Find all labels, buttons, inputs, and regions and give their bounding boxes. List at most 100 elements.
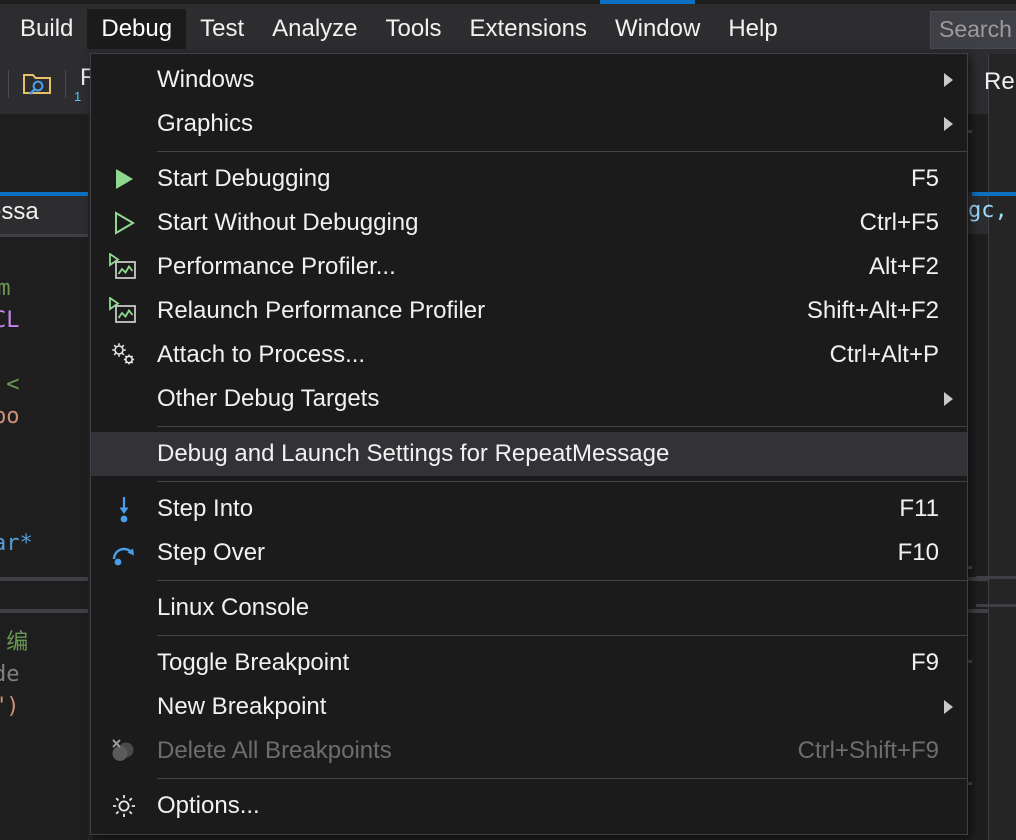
right-dock-title: Rep: [984, 68, 1016, 95]
submenu-arrow-icon: [944, 73, 953, 87]
search-input[interactable]: Search: [930, 11, 1016, 49]
menu-item-shortcut: Ctrl+F5: [859, 209, 939, 236]
menu-item-toggle-breakpoint[interactable]: Toggle Breakpoint F9: [91, 641, 967, 685]
menu-item-label: Other Debug Targets: [157, 385, 380, 412]
folder-search-icon[interactable]: [17, 64, 57, 104]
profiler-icon: [109, 253, 139, 281]
menu-item-debug-and-launch-settings-for-repeatmessage[interactable]: Debug and Launch Settings for RepeatMess…: [91, 432, 967, 476]
code-line: TATICL: [0, 308, 20, 333]
menu-item-start-without-debugging[interactable]: Start Without Debugging Ctrl+F5: [91, 201, 967, 245]
menu-item-icon-slot: [91, 58, 157, 102]
menu-item-other-debug-targets[interactable]: Other Debug Targets: [91, 377, 967, 421]
menu-item-relaunch-performance-profiler[interactable]: Relaunch Performance Profiler Shift+Alt+F…: [91, 289, 967, 333]
menu-separator: [157, 481, 967, 482]
step-over-icon: [110, 539, 138, 567]
menubar-item-debug[interactable]: Debug: [87, 9, 187, 49]
menu-item-linux-console[interactable]: Linux Console: [91, 586, 967, 630]
menu-item-new-breakpoint[interactable]: New Breakpoint: [91, 685, 967, 729]
menu-item-shortcut: Shift+Alt+F2: [806, 297, 939, 324]
menu-item-shortcut: Ctrl+Shift+F9: [797, 737, 939, 764]
menu-item-icon-slot: [91, 531, 157, 575]
menu-item-icon-slot: [91, 586, 157, 630]
menu-separator: [157, 580, 967, 581]
step-into-icon: [112, 494, 136, 524]
menu-item-label: Step Over: [157, 539, 266, 566]
menu-item-step-over[interactable]: Step Over F10: [91, 531, 967, 575]
menu-item-label: Performance Profiler...: [157, 253, 396, 280]
menubar-item-window[interactable]: Window: [601, 9, 714, 49]
menu-item-icon-slot: [91, 102, 157, 146]
right-dock-accent: [972, 192, 1016, 196]
menu-separator: [157, 778, 967, 779]
debug-dropdown-menu[interactable]: Windows Graphics Start Debugging F5 Start Wi…: [90, 53, 968, 835]
menu-item-icon-slot: [91, 289, 157, 333]
menu-item-icon-slot: [91, 432, 157, 476]
menu-item-label: Options...: [157, 792, 260, 819]
play-outline-icon: [112, 210, 136, 236]
profiler-icon: [109, 297, 139, 325]
menu-item-options[interactable]: Options...: [91, 784, 967, 828]
menubar-item-test[interactable]: Test: [186, 9, 258, 49]
menu-item-shortcut: Ctrl+Alt+P: [829, 341, 939, 368]
right-dock-divider: [976, 576, 1016, 579]
menubar-item-tools[interactable]: Tools: [372, 9, 456, 49]
main-menu-bar: Build Debug Test Analyze Tools Extension…: [0, 4, 1016, 54]
menu-item-icon-slot: [91, 245, 157, 289]
menu-item-shortcut: F9: [910, 649, 939, 676]
menu-item-icon-slot: [91, 377, 157, 421]
menu-item-icon-slot: [91, 685, 157, 729]
attach-gears-icon: [109, 341, 139, 369]
menu-item-icon-slot: [91, 333, 157, 377]
delete-breakpoints-icon: [109, 737, 139, 765]
right-dock-divider: [976, 604, 1016, 607]
submenu-arrow-icon: [944, 392, 953, 406]
menu-item-start-debugging[interactable]: Start Debugging F5: [91, 157, 967, 201]
menu-separator: [157, 426, 967, 427]
menu-separator: [157, 635, 967, 636]
menu-item-graphics[interactable]: Graphics: [91, 102, 967, 146]
menu-item-icon-slot: [91, 729, 157, 773]
menu-item-label: Windows: [157, 66, 255, 93]
menu-item-icon-slot: [91, 487, 157, 531]
menu-item-label: Step Into: [157, 495, 254, 522]
menu-item-windows[interactable]: Windows: [91, 58, 967, 102]
play-filled-icon: [112, 166, 136, 192]
menu-item-performance-profiler[interactable]: Performance Profiler... Alt+F2: [91, 245, 967, 289]
menu-item-label: Graphics: [157, 110, 254, 137]
toolbar-divider: [8, 70, 9, 98]
menu-item-label: New Breakpoint: [157, 693, 327, 720]
toolbar-divider-2: [65, 70, 66, 98]
menu-item-label: Relaunch Performance Profiler: [157, 297, 486, 324]
menu-item-icon-slot: [91, 157, 157, 201]
menu-item-label: Start Without Debugging: [157, 209, 419, 236]
menu-item-icon-slot: [91, 201, 157, 245]
menu-item-label: Linux Console: [157, 594, 310, 621]
submenu-arrow-icon: [944, 117, 953, 131]
right-dock-code-fragment: gc, c: [968, 198, 1016, 223]
menu-item-attach-to-process[interactable]: Attach to Process... Ctrl+Alt+P: [91, 333, 967, 377]
menu-item-step-into[interactable]: Step Into F11: [91, 487, 967, 531]
code-line: char*: [0, 531, 33, 556]
menu-item-label: Toggle Breakpoint: [157, 649, 350, 676]
menu-item-label: Attach to Process...: [157, 341, 366, 368]
menu-item-label: Delete All Breakpoints: [157, 737, 392, 764]
menu-separator: [157, 151, 967, 152]
menu-item-shortcut: F5: [910, 165, 939, 192]
menu-item-icon-slot: [91, 784, 157, 828]
menu-item-label: Debug and Launch Settings for RepeatMess…: [157, 440, 670, 467]
document-tab-label[interactable]: atMessa: [0, 198, 39, 226]
menu-item-delete-all-breakpoints: Delete All Breakpoints Ctrl+Shift+F9: [91, 729, 967, 773]
gear-icon: [110, 792, 138, 820]
menubar-item-extensions[interactable]: Extensions: [456, 9, 601, 49]
menubar-item-help[interactable]: Help: [714, 9, 791, 49]
menu-item-icon-slot: [91, 641, 157, 685]
menu-item-shortcut: F10: [897, 539, 939, 566]
right-tool-dock: [988, 54, 1016, 840]
code-line: rai_bo: [0, 404, 20, 429]
code-line: 5001"): [0, 694, 20, 719]
menu-item-shortcut: F11: [899, 495, 939, 522]
submenu-arrow-icon: [944, 700, 953, 714]
menu-item-label: Start Debugging: [157, 165, 331, 192]
menubar-item-analyze[interactable]: Analyze: [258, 9, 371, 49]
menubar-item-build[interactable]: Build: [6, 9, 87, 49]
